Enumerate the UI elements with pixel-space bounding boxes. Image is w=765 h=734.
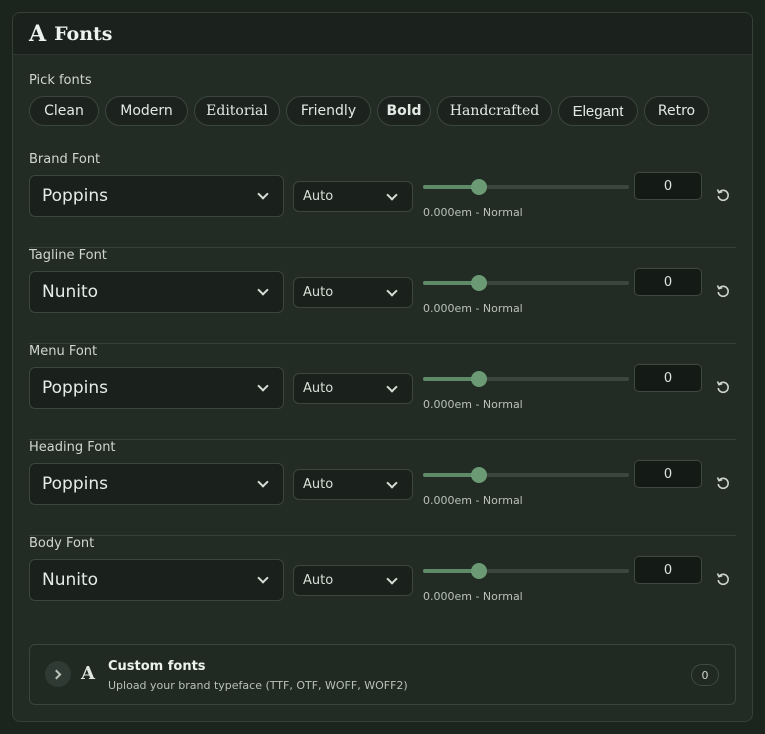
- reset-icon[interactable]: [715, 379, 731, 395]
- selected-weight: Auto: [303, 573, 334, 588]
- row-label: Tagline Font: [29, 248, 107, 263]
- letter-spacing-slider[interactable]: [423, 563, 629, 579]
- expand-button[interactable]: [45, 661, 71, 687]
- chevron-down-icon: [257, 380, 269, 392]
- letter-spacing-slider[interactable]: [423, 467, 629, 483]
- selected-font: Nunito: [42, 282, 99, 302]
- letter-spacing-slider[interactable]: [423, 371, 629, 387]
- font-icon: A: [29, 20, 47, 47]
- pick-fonts-label: Pick fonts: [29, 73, 92, 88]
- row-label: Body Font: [29, 536, 95, 551]
- reset-icon[interactable]: [715, 187, 731, 203]
- preset-chip-bold[interactable]: Bold: [377, 96, 431, 126]
- selected-weight: Auto: [303, 477, 334, 492]
- spacing-hint: 0.000em - Normal: [423, 302, 523, 315]
- reset-icon[interactable]: [715, 571, 731, 587]
- font-family-select[interactable]: Nunito: [29, 271, 284, 313]
- preset-chip-editorial[interactable]: Editorial: [194, 96, 280, 126]
- selected-font: Poppins: [42, 474, 108, 494]
- row-label: Heading Font: [29, 440, 116, 455]
- font-family-select[interactable]: Poppins: [29, 463, 284, 505]
- custom-fonts-title: Custom fonts: [108, 659, 206, 674]
- slider-thumb[interactable]: [470, 275, 487, 291]
- chevron-down-icon: [386, 573, 398, 585]
- letter-spacing-slider[interactable]: [423, 275, 629, 291]
- slider-thumb[interactable]: [470, 371, 487, 387]
- spacing-number-input[interactable]: 0: [634, 556, 702, 584]
- spacing-hint: 0.000em - Normal: [423, 398, 523, 411]
- reset-icon[interactable]: [715, 475, 731, 491]
- preset-chip-friendly[interactable]: Friendly: [286, 96, 371, 126]
- custom-fonts-subtitle: Upload your brand typeface (TTF, OTF, WO…: [108, 679, 408, 692]
- font-weight-select[interactable]: Auto: [293, 181, 413, 212]
- selected-weight: Auto: [303, 285, 334, 300]
- slider-thumb[interactable]: [470, 179, 487, 195]
- preset-chip-retro[interactable]: Retro: [644, 96, 709, 126]
- slider-thumb[interactable]: [470, 563, 487, 579]
- panel-header: A Fonts: [13, 13, 752, 55]
- chevron-down-icon: [386, 285, 398, 297]
- chevron-right-icon: [51, 669, 62, 679]
- spacing-hint: 0.000em - Normal: [423, 206, 523, 219]
- custom-fonts-section[interactable]: A Custom fonts Upload your brand typefac…: [29, 644, 736, 705]
- font-preset-chips: Clean Modern Editorial Friendly Bold Han…: [29, 96, 715, 126]
- font-row-heading: Heading Font Poppins Auto 0.000em - Norm…: [29, 440, 736, 536]
- reset-icon[interactable]: [715, 283, 731, 299]
- preset-chip-elegant[interactable]: Elegant: [558, 96, 638, 126]
- font-weight-select[interactable]: Auto: [293, 277, 413, 308]
- font-weight-select[interactable]: Auto: [293, 565, 413, 596]
- font-family-select[interactable]: Poppins: [29, 367, 284, 409]
- spacing-number-input[interactable]: 0: [634, 364, 702, 392]
- font-family-select[interactable]: Nunito: [29, 559, 284, 601]
- panel-title: Fonts: [54, 22, 113, 45]
- selected-weight: Auto: [303, 189, 334, 204]
- font-weight-select[interactable]: Auto: [293, 373, 413, 404]
- chevron-down-icon: [257, 572, 269, 584]
- spacing-number-input[interactable]: 0: [634, 268, 702, 296]
- selected-weight: Auto: [303, 381, 334, 396]
- spacing-number-input[interactable]: 0: [634, 172, 702, 200]
- selected-font: Poppins: [42, 378, 108, 398]
- font-row-tagline: Tagline Font Nunito Auto 0.000em - Norma…: [29, 248, 736, 344]
- font-row-brand: Brand Font Poppins Auto 0.000em - Normal…: [29, 152, 736, 248]
- spacing-hint: 0.000em - Normal: [423, 590, 523, 603]
- chevron-down-icon: [386, 189, 398, 201]
- selected-font: Nunito: [42, 570, 99, 590]
- chevron-down-icon: [257, 188, 269, 200]
- chevron-down-icon: [257, 476, 269, 488]
- spacing-hint: 0.000em - Normal: [423, 494, 523, 507]
- chevron-down-icon: [257, 284, 269, 296]
- font-icon: A: [81, 663, 95, 684]
- chevron-down-icon: [386, 477, 398, 489]
- letter-spacing-slider[interactable]: [423, 179, 629, 195]
- font-weight-select[interactable]: Auto: [293, 469, 413, 500]
- preset-chip-clean[interactable]: Clean: [29, 96, 99, 126]
- preset-chip-handcrafted[interactable]: Handcrafted: [437, 96, 552, 126]
- font-family-select[interactable]: Poppins: [29, 175, 284, 217]
- custom-fonts-count-badge: 0: [691, 664, 719, 686]
- selected-font: Poppins: [42, 186, 108, 206]
- chevron-down-icon: [386, 381, 398, 393]
- row-label: Menu Font: [29, 344, 98, 359]
- row-label: Brand Font: [29, 152, 101, 167]
- font-row-body: Body Font Nunito Auto 0.000em - Normal 0: [29, 536, 736, 632]
- slider-thumb[interactable]: [470, 467, 487, 483]
- font-row-menu: Menu Font Poppins Auto 0.000em - Normal …: [29, 344, 736, 440]
- preset-chip-modern[interactable]: Modern: [105, 96, 188, 126]
- spacing-number-input[interactable]: 0: [634, 460, 702, 488]
